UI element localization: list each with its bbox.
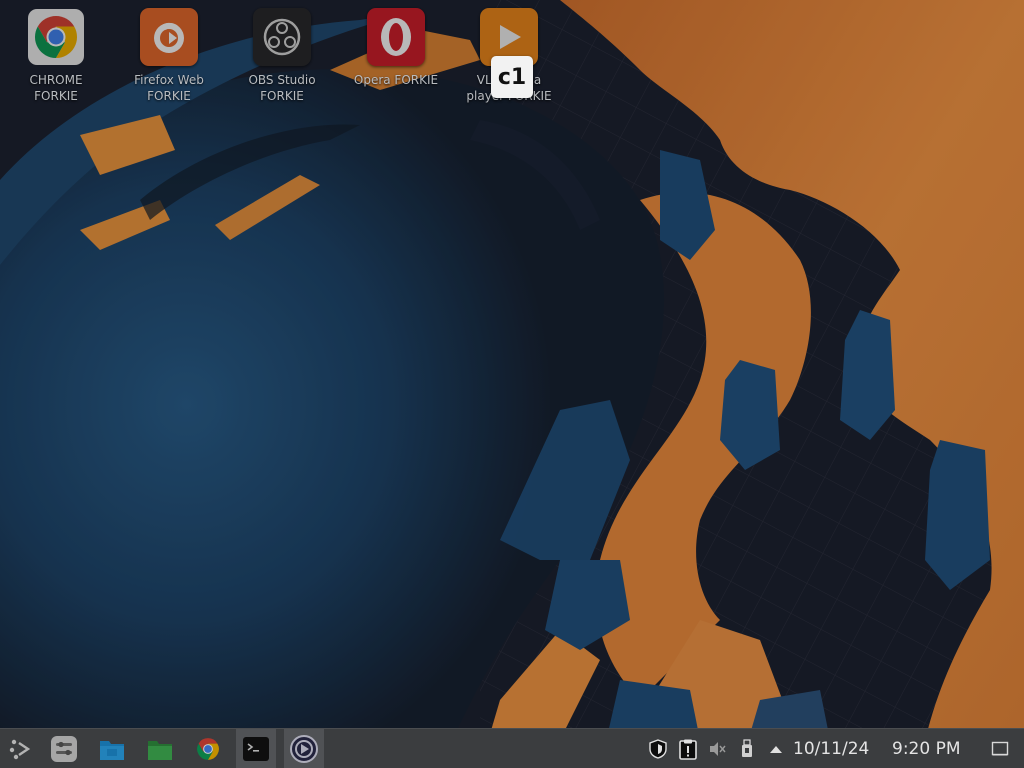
terminal-icon [243,737,269,761]
tray-volume[interactable] [705,729,729,768]
desktop-icon-label: Firefox Web FORKIE [134,73,204,103]
taskbar-file-manager[interactable] [92,729,132,768]
chrome-icon [27,8,85,66]
desktop-icon-chrome[interactable]: CHROME FORKIE [2,8,110,112]
desktop: CHROME FORKIE Firefox Web FORKIE OBS Stu… [0,0,1024,768]
desktop-icon-label: CHROME FORKIE [29,73,83,103]
opera-icon [367,8,425,66]
desktop-icon-opera[interactable]: Opera FORKIE [342,8,450,112]
taskbar-system-settings[interactable] [44,729,84,768]
clock-time[interactable]: 9:20 PM [892,729,961,768]
taskbar-obs-studio[interactable] [284,729,324,768]
desktop-icon-firefox[interactable]: Firefox Web FORKIE [115,8,223,112]
desktop-icon-label: Opera FORKIE [353,73,439,87]
file-manager-folder-icon [100,741,124,760]
usb-device-icon [742,739,752,757]
tray-shield[interactable] [645,729,671,768]
obs-studio-icon [253,8,311,66]
show-desktop-button[interactable] [988,729,1012,768]
desktop-icon-label: OBS Studio FORKIE [248,73,316,103]
expand-tray-arrow-icon [770,746,782,753]
clock-date[interactable]: 10/11/24 [793,729,869,768]
desktop-icon-obs-studio[interactable]: OBS Studio FORKIE [228,8,336,112]
wallpaper [0,0,1024,768]
volume-muted-icon [710,742,726,756]
system-settings-icon [51,736,77,762]
show-desktop-icon [991,741,1009,756]
chrome-icon [197,738,219,760]
tray-usb-device[interactable] [735,729,759,768]
folder-icon [148,741,172,760]
firefox-icon [140,8,198,66]
application-launcher-icon [9,739,31,760]
overlay-badge: c1 [491,56,533,98]
taskbar-terminal[interactable] [236,729,276,768]
tray-expand-button[interactable] [765,729,787,768]
taskbar-chrome[interactable] [188,729,228,768]
shield-icon [649,739,667,759]
obs-studio-icon [290,735,318,763]
clipboard-icon [679,739,697,760]
taskbar-folder[interactable] [140,729,180,768]
tray-clipboard[interactable] [675,729,701,768]
application-launcher-button[interactable] [0,729,40,768]
taskbar: 10/11/24 9:20 PM [0,728,1024,768]
